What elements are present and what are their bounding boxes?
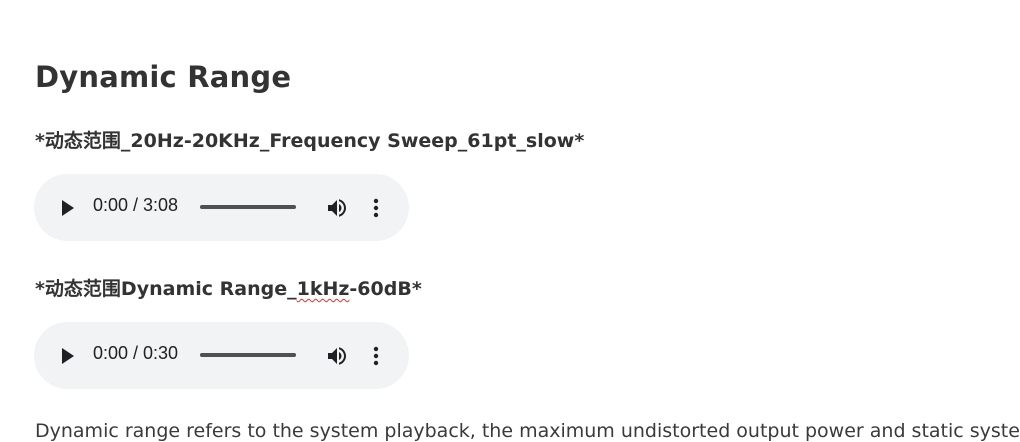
play-icon[interactable] — [60, 198, 76, 218]
seek-slider[interactable] — [200, 353, 296, 357]
time-display: 0:00 / 0:30 — [93, 343, 179, 363]
track-title-sweep: *动态范围_20Hz-20KHz_Frequency Sweep_61pt_sl… — [35, 130, 585, 152]
audio-player-dynamic-range[interactable]: 0:00 / 0:30 — [34, 322, 409, 389]
more-vert-icon[interactable] — [368, 344, 384, 368]
play-icon[interactable] — [60, 346, 76, 366]
volume-icon[interactable] — [325, 196, 349, 220]
spellcheck-flagged-word: 1kHz — [296, 278, 350, 300]
seek-progress — [200, 353, 296, 357]
track-title-prefix: *动态范围Dynamic Range_ — [35, 278, 297, 300]
description-text: Dynamic range refers to the system playb… — [35, 420, 1020, 442]
more-vert-icon[interactable] — [368, 196, 384, 220]
track-title-dynamic-range: *动态范围Dynamic Range_1kHz-60dB* — [35, 274, 422, 301]
audio-player-sweep[interactable]: 0:00 / 3:08 — [34, 174, 409, 241]
time-display: 0:00 / 3:08 — [93, 195, 179, 215]
track-title-suffix: -60dB* — [349, 278, 422, 300]
page-title: Dynamic Range — [35, 60, 292, 94]
volume-icon[interactable] — [325, 344, 349, 368]
seek-progress — [200, 205, 296, 209]
seek-slider[interactable] — [200, 205, 296, 209]
